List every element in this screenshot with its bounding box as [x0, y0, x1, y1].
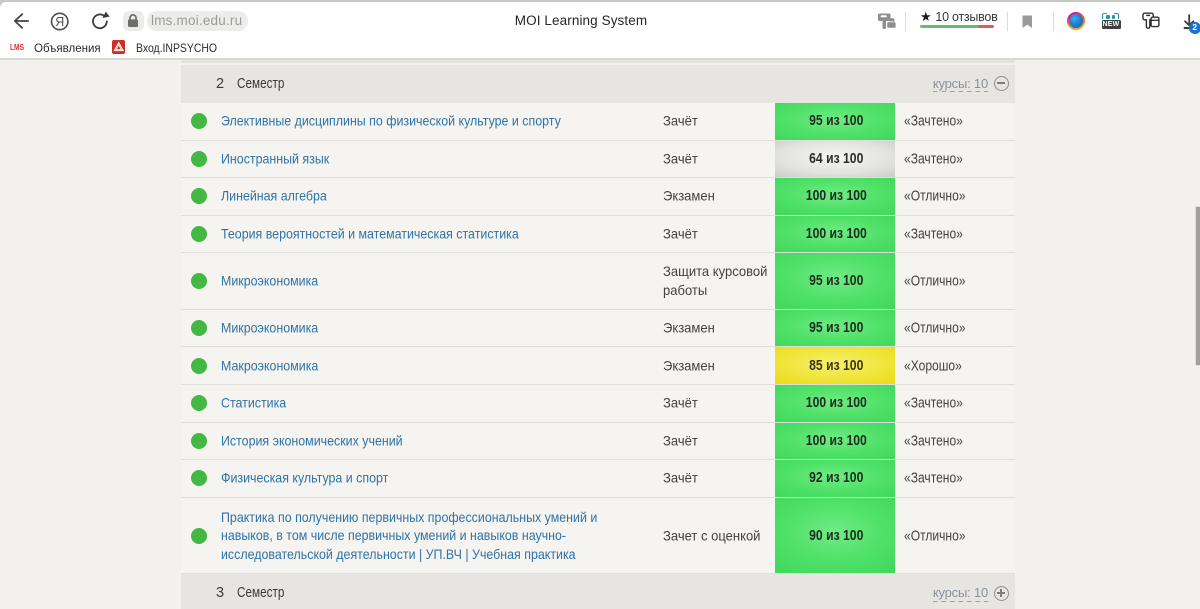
- svg-text:Я: Я: [55, 14, 64, 28]
